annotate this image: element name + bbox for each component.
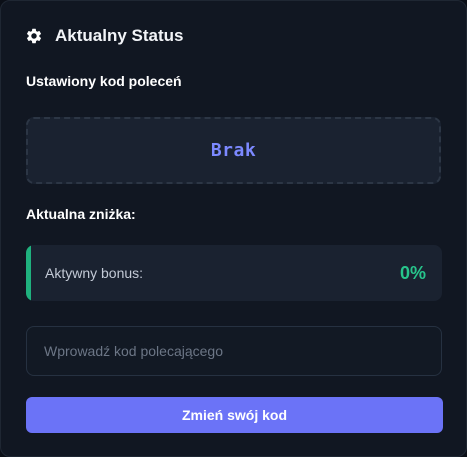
referral-code-value: Brak	[210, 140, 257, 161]
card-title: Aktualny Status	[55, 26, 184, 45]
referral-code-box: Brak	[26, 117, 441, 184]
referral-code-input[interactable]	[26, 326, 442, 376]
change-code-button[interactable]: Zmień swój kod	[26, 397, 443, 433]
bonus-value: 0%	[399, 263, 426, 283]
bonus-accent-bar	[26, 245, 31, 301]
referral-code-label: Ustawiony kod poleceń	[26, 73, 182, 89]
bonus-label: Aktywny bonus:	[45, 265, 144, 281]
status-card: Aktualny Status Ustawiony kod poleceń Br…	[0, 0, 467, 457]
gear-icon	[25, 27, 43, 45]
bonus-panel: Aktywny bonus: 0%	[26, 245, 442, 301]
discount-label: Aktualna zniżka:	[26, 206, 136, 222]
card-header: Aktualny Status	[25, 25, 183, 47]
